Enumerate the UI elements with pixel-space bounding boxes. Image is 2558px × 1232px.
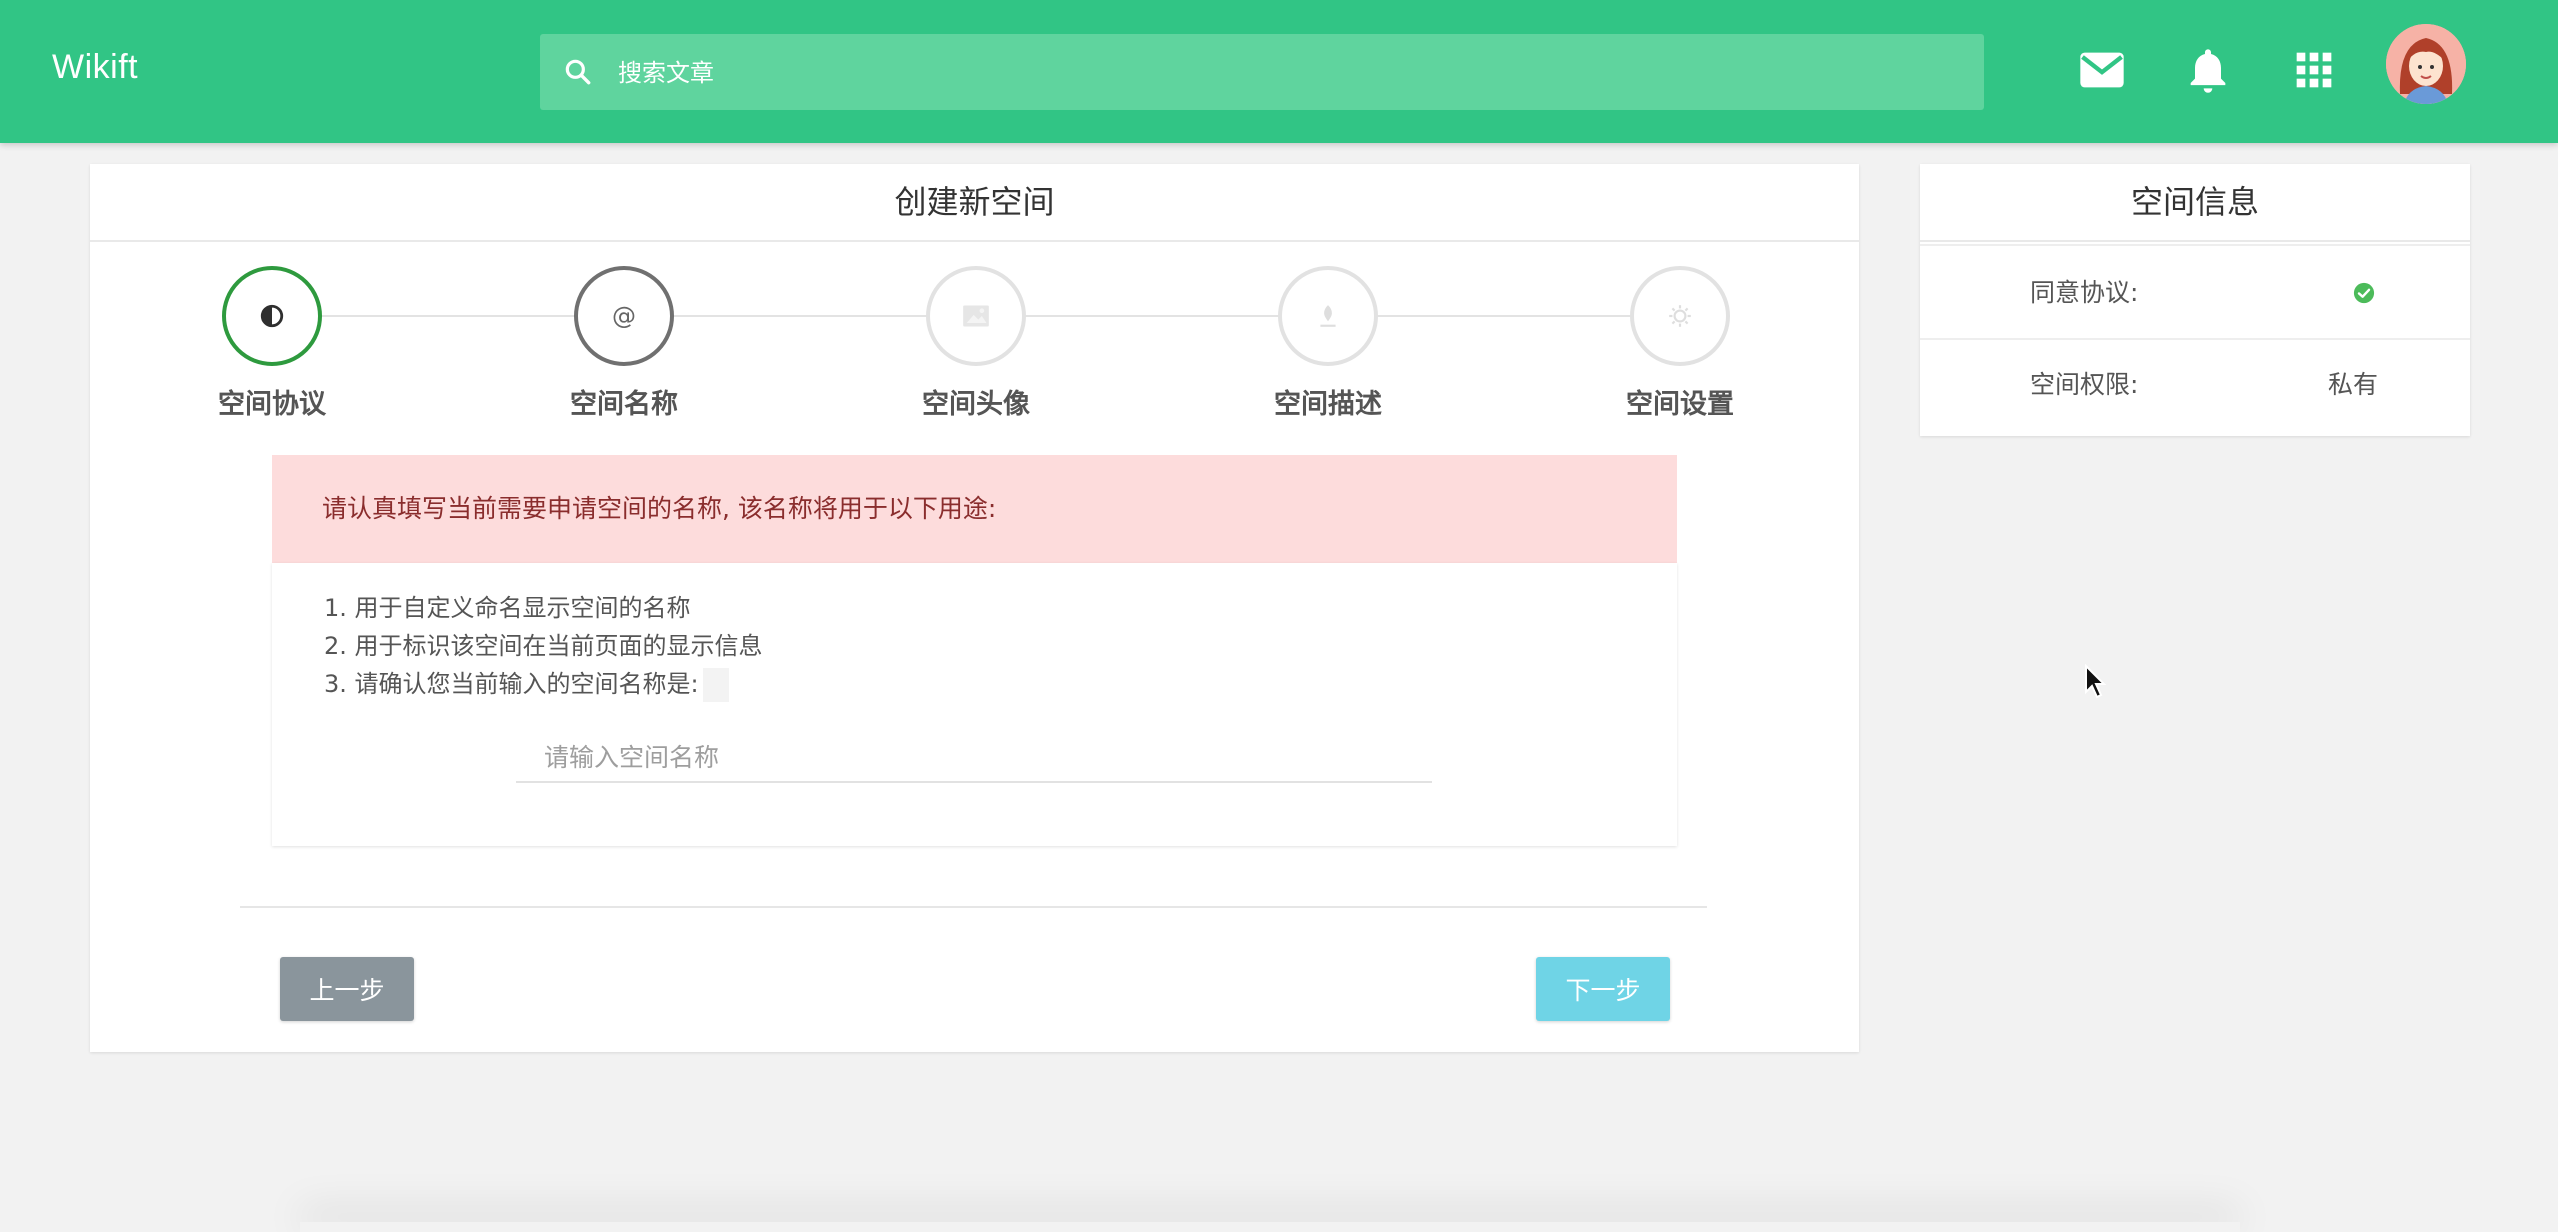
- step-1-circle[interactable]: [222, 266, 322, 366]
- divider: [1920, 244, 2470, 246]
- space-info-card: 空间信息 同意协议: 空间权限: 私有: [1920, 164, 2470, 436]
- apps-grid-icon[interactable]: [2288, 44, 2340, 96]
- permission-row: 空间权限: 私有: [1920, 340, 2470, 430]
- top-header: Wikift: [0, 0, 2558, 143]
- step-5-circle[interactable]: [1630, 266, 1730, 366]
- step-3-label: 空间头像: [922, 389, 1030, 420]
- search-input[interactable]: [616, 34, 1960, 112]
- avatar-image: [2386, 24, 2466, 104]
- info-alert: 请认真填写当前需要申请空间的名称, 该名称将用于以下用途:: [272, 455, 1677, 563]
- check-circle-icon: [2353, 282, 2375, 304]
- user-avatar[interactable]: [2386, 24, 2466, 104]
- bottom-shadow: [300, 1222, 2240, 1232]
- agreement-label: 同意协议:: [2030, 278, 2139, 307]
- step-5-label: 空间设置: [1626, 389, 1734, 420]
- create-space-card: 创建新空间 空间协议 @ 空间名称 空间头像 空间描述 空间设置 请认真填写当前…: [90, 164, 1859, 1052]
- image-icon: [963, 305, 989, 327]
- list-item: 3. 请确认您当前输入的空间名称是:: [324, 665, 763, 703]
- agreement-row: 同意协议:: [1920, 248, 2470, 338]
- mail-icon[interactable]: [2076, 44, 2128, 96]
- step-4-circle[interactable]: [1278, 266, 1378, 366]
- step-1-label: 空间协议: [218, 389, 326, 420]
- step-4-label: 空间描述: [1274, 389, 1382, 420]
- card-title: 创建新空间: [90, 164, 1859, 242]
- info-box: 1. 用于自定义命名显示空间的名称 2. 用于标识该空间在当前页面的显示信息 3…: [272, 563, 1677, 846]
- step-2-circle[interactable]: @: [574, 266, 674, 366]
- settings-icon: [1669, 305, 1691, 327]
- permission-label: 空间权限:: [2030, 370, 2139, 399]
- pen-icon: [1320, 305, 1336, 327]
- side-card-title: 空间信息: [1920, 164, 2470, 242]
- half-circle-icon: [260, 304, 284, 328]
- bell-icon[interactable]: [2182, 44, 2234, 96]
- name-preview-chip: [702, 668, 729, 702]
- space-name-input[interactable]: [516, 733, 1432, 783]
- usage-list: 1. 用于自定义命名显示空间的名称 2. 用于标识该空间在当前页面的显示信息 3…: [324, 589, 763, 703]
- list-item: 2. 用于标识该空间在当前页面的显示信息: [324, 632, 763, 660]
- step-3-circle[interactable]: [926, 266, 1026, 366]
- form-divider: [240, 906, 1707, 908]
- brand-logo[interactable]: Wikift: [52, 48, 138, 87]
- mouse-cursor-icon: [2085, 664, 2107, 699]
- permission-value: 私有: [2328, 370, 2379, 399]
- prev-step-button[interactable]: 上一步: [280, 957, 414, 1021]
- next-step-button[interactable]: 下一步: [1536, 957, 1670, 1021]
- search-icon: [565, 59, 591, 85]
- list-item: 1. 用于自定义命名显示空间的名称: [324, 594, 691, 622]
- at-icon: @: [612, 302, 636, 330]
- step-2-label: 空间名称: [570, 389, 678, 420]
- search-bar[interactable]: [540, 34, 1984, 112]
